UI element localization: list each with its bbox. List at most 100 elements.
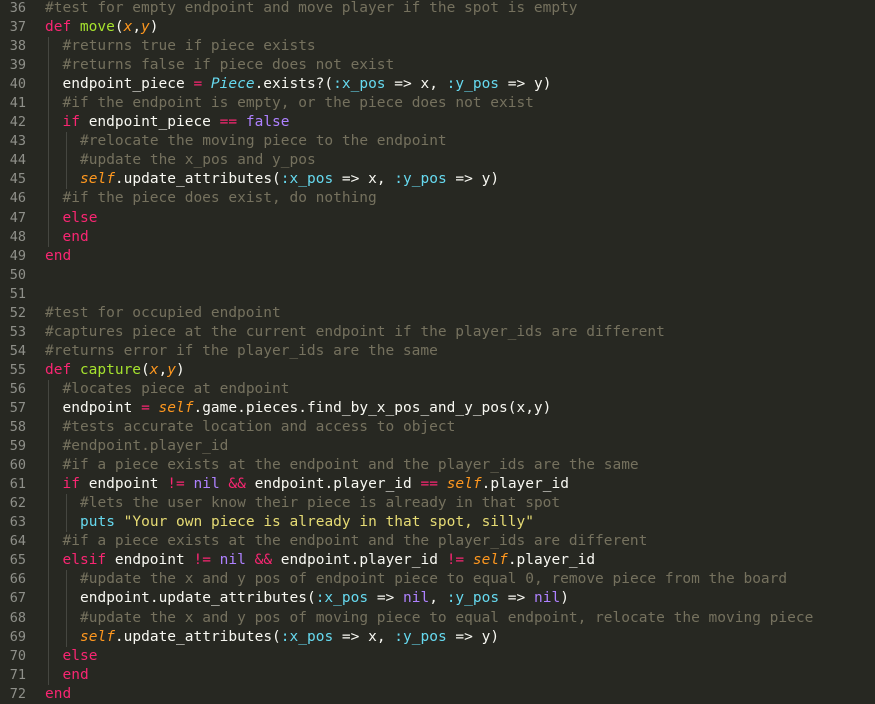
code-token: ) <box>560 590 569 607</box>
indent-guide <box>48 208 49 228</box>
code-line[interactable]: 45 self.update_attributes(:x_pos => x, :y… <box>0 170 875 190</box>
indent-guide <box>48 189 49 209</box>
code-text: #lets the user know their piece is alrea… <box>80 494 560 513</box>
code-token: self <box>446 476 482 493</box>
code-token: #test for empty endpoint and move player… <box>45 0 578 16</box>
code-line[interactable]: 62 #lets the user know their piece is alr… <box>0 494 875 514</box>
code-line[interactable]: 49 end <box>0 247 875 266</box>
line-number: 44 <box>9 152 26 169</box>
line-number: 67 <box>9 590 26 607</box>
code-line[interactable]: 41 #if the endpoint is empty, or the piec… <box>0 94 875 114</box>
code-line[interactable]: 69 self.update_attributes(:x_pos => x, :y… <box>0 627 875 647</box>
code-line[interactable]: 48 end <box>0 227 875 247</box>
code-token: #if a piece exists at the endpoint and t… <box>62 533 648 550</box>
code-token: endpoint.player_id <box>245 476 421 493</box>
line-number: 49 <box>9 247 26 264</box>
code-token: .player_id <box>481 476 569 493</box>
code-token: self <box>472 552 508 569</box>
code-line[interactable]: 52 #test for occupied endpoint <box>0 304 875 323</box>
code-token: :y_pos <box>394 171 447 188</box>
code-token: endpoint <box>79 476 168 493</box>
code-token: puts <box>80 514 115 531</box>
code-token: #update the x and y pos of moving piece … <box>80 609 814 626</box>
indent-guide <box>48 627 49 647</box>
code-line[interactable]: 56 #locates piece at endpoint <box>0 379 875 399</box>
code-line[interactable]: 59 #endpoint.player_id <box>0 437 875 457</box>
code-line[interactable]: 65 elsif endpoint != nil && endpoint.play… <box>0 551 875 571</box>
code-token: #returns true if piece exists <box>62 38 316 55</box>
indent-guide <box>65 589 67 609</box>
code-token: #relocate the moving piece to the endpoi… <box>80 133 447 150</box>
code-text: puts "Your own piece is already in that … <box>80 513 534 532</box>
code-token: != <box>167 476 185 493</box>
code-token: self <box>80 628 115 645</box>
code-editor[interactable]: 36 #test for empty endpoint and move play… <box>0 0 875 702</box>
code-line[interactable]: 37 def move(x,y) <box>0 18 875 37</box>
code-token: :y_pos <box>446 76 500 93</box>
line-number: 56 <box>9 380 26 397</box>
code-line[interactable]: 71 end <box>0 665 875 685</box>
code-token: x <box>149 361 159 378</box>
line-number: 36 <box>9 0 26 16</box>
code-line[interactable]: 51 <box>0 285 875 304</box>
code-token: :x_pos <box>315 590 369 607</box>
code-line[interactable]: 44 #update the x_pos and y_pos <box>0 151 875 171</box>
code-line[interactable]: 64 #if a piece exists at the endpoint and… <box>0 532 875 552</box>
code-line[interactable]: 42 if endpoint_piece == false <box>0 113 875 133</box>
code-token: if <box>62 476 80 493</box>
code-token: elsif <box>62 552 107 569</box>
code-text: self.update_attributes(:x_pos => x, :y_p… <box>80 628 499 647</box>
code-line[interactable]: 66 #update the x and y pos of endpoint pi… <box>0 570 875 590</box>
code-token: .exists?( <box>254 76 334 93</box>
code-line[interactable]: 57 endpoint = self.game.pieces.find_by_x_… <box>0 398 875 419</box>
code-line[interactable]: 58 #tests accurate location and access to… <box>0 418 875 438</box>
code-line[interactable]: 53 #captures piece at the current endpoin… <box>0 323 875 342</box>
line-number: 40 <box>9 76 26 93</box>
code-line[interactable]: 46 #if the piece does exist, do nothing <box>0 189 875 209</box>
line-number: 68 <box>9 609 26 626</box>
line-number: 42 <box>9 114 26 131</box>
code-line[interactable]: 54 #returns error if the player_ids are t… <box>0 342 875 361</box>
code-line[interactable]: 43 #relocate the moving piece to the endp… <box>0 132 875 152</box>
code-line[interactable]: 70 else <box>0 646 875 666</box>
code-line[interactable]: 38 #returns true if piece exists <box>0 37 875 57</box>
code-token: #update the x_pos and y_pos <box>80 152 316 169</box>
code-token: => x, <box>333 628 395 645</box>
code-line[interactable]: 36 #test for empty endpoint and move play… <box>0 0 875 18</box>
code-token: false <box>245 114 290 131</box>
code-line[interactable]: 60 #if a piece exists at the endpoint and… <box>0 456 875 476</box>
code-token: endpoint.update_attributes( <box>80 590 316 607</box>
code-token: #if the endpoint is empty, or the piece … <box>62 95 534 112</box>
code-token: endpoint <box>106 552 194 569</box>
line-number: 61 <box>9 476 26 493</box>
line-number: 54 <box>9 342 26 359</box>
code-text: #if a piece exists at the endpoint and t… <box>63 456 639 475</box>
code-line[interactable]: 68 #update the x and y pos of moving piec… <box>0 608 875 628</box>
code-text: #update the x_pos and y_pos <box>80 151 316 170</box>
line-number: 66 <box>9 571 26 588</box>
indent-guide <box>48 513 49 533</box>
code-token: #update the x and y pos of endpoint piec… <box>80 571 788 588</box>
code-line[interactable]: 61 if endpoint != nil && endpoint.player_… <box>0 475 875 495</box>
code-token: "Your own piece is already in that spot,… <box>123 514 534 531</box>
indent-guide <box>48 475 49 495</box>
code-token: #tests accurate location and access to o… <box>62 419 456 436</box>
code-line[interactable]: 40 endpoint_piece = Piece.exists?(:x_pos … <box>0 75 875 95</box>
line-number: 51 <box>9 285 26 302</box>
code-token: ) <box>149 19 159 36</box>
code-line[interactable]: 63 puts "Your own piece is already in tha… <box>0 513 875 533</box>
code-token: self <box>80 171 115 188</box>
code-line[interactable]: 39 #returns false if piece does not exist <box>0 56 875 76</box>
code-line[interactable]: 50 <box>0 266 875 285</box>
line-number: 57 <box>9 399 26 416</box>
line-number: 46 <box>9 190 26 207</box>
code-token: nil <box>219 552 246 569</box>
code-line[interactable]: 55 def capture(x,y) <box>0 361 875 380</box>
line-number: 70 <box>9 647 26 664</box>
code-line[interactable]: 67 endpoint.update_attributes(:x_pos => n… <box>0 589 875 609</box>
code-line[interactable]: 47 else <box>0 208 875 228</box>
line-number: 53 <box>9 323 26 340</box>
